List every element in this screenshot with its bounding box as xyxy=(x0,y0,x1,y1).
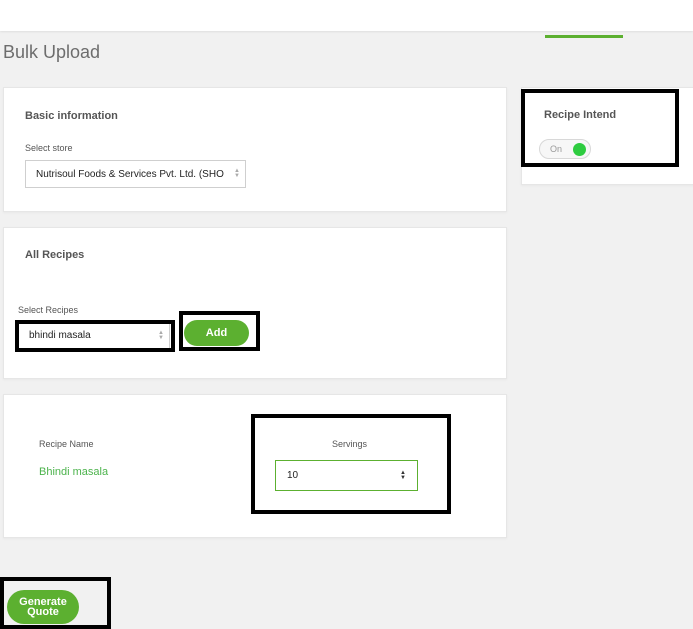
toggle-knob xyxy=(573,143,586,156)
recipe-select-value: bhindi masala xyxy=(29,330,91,341)
all-recipes-title: All Recipes xyxy=(25,249,85,261)
select-arrows-icon: ▲ ▼ xyxy=(234,168,240,179)
stepper-arrows-icon[interactable]: ▲ ▼ xyxy=(400,470,406,481)
store-select[interactable]: Nutrisoul Foods & Services Pvt. Ltd. (SH… xyxy=(25,160,246,188)
recipe-intend-toggle[interactable]: On xyxy=(539,139,591,159)
store-select-value: Nutrisoul Foods & Services Pvt. Ltd. (SH… xyxy=(36,168,224,180)
select-store-label: Select store xyxy=(25,143,73,153)
recipe-intend-title: Recipe Intend xyxy=(544,109,617,121)
toggle-state-label: On xyxy=(550,144,563,154)
select-arrows-icon: ▲ ▼ xyxy=(158,329,164,341)
add-button[interactable]: Add xyxy=(184,320,249,346)
recipe-intend-card xyxy=(521,87,693,185)
basic-info-title: Basic information xyxy=(25,110,118,122)
generate-quote-line2: Quote xyxy=(27,606,59,618)
generate-quote-button[interactable]: Generate Quote xyxy=(7,590,79,624)
select-recipes-label: Select Recipes xyxy=(18,305,79,315)
page-title: Bulk Upload xyxy=(3,42,101,62)
recipe-table-card: Recipe Name Servings Bhindi masala xyxy=(3,394,507,538)
active-tab-indicator xyxy=(545,35,623,38)
recipe-name-header: Recipe Name xyxy=(39,439,94,449)
servings-input-value: 10 xyxy=(287,470,299,481)
recipe-select[interactable]: bhindi masala ▲ ▼ xyxy=(18,322,170,349)
recipe-row-name[interactable]: Bhindi masala xyxy=(39,466,108,478)
servings-header: Servings xyxy=(332,439,368,449)
servings-input[interactable]: 10 ▲ ▼ xyxy=(275,460,418,491)
top-bar xyxy=(0,0,693,31)
basic-info-card: Basic information Select store Nutrisoul… xyxy=(3,87,507,212)
all-recipes-card: All Recipes Select Recipes xyxy=(3,227,507,379)
